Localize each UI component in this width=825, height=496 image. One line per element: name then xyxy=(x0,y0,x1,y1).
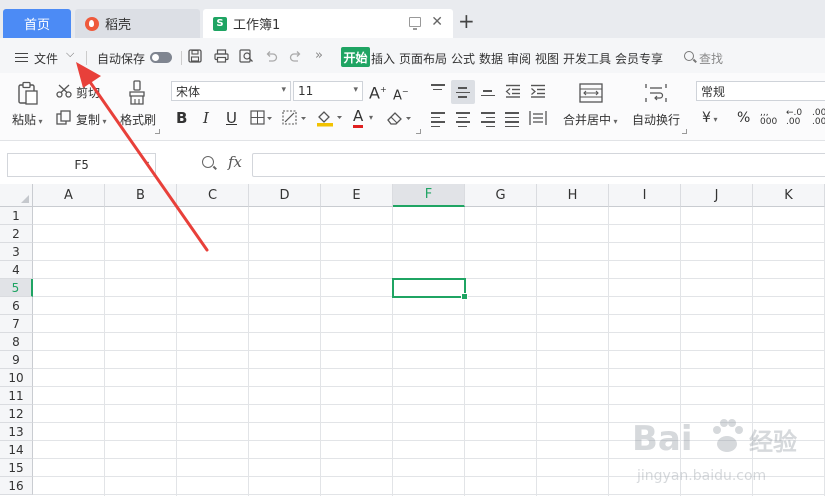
row-header-14[interactable]: 14 xyxy=(0,441,33,459)
row-header-13[interactable]: 13 xyxy=(0,423,33,441)
select-all-corner[interactable] xyxy=(0,184,33,207)
grid-line xyxy=(320,207,321,496)
grid-line xyxy=(33,314,825,315)
selected-cell[interactable] xyxy=(392,278,468,300)
column-header-j[interactable]: J xyxy=(681,184,753,207)
grid-line xyxy=(608,207,609,496)
paw-icon xyxy=(713,419,743,452)
row-header-15[interactable]: 15 xyxy=(0,459,33,477)
row-header-4[interactable]: 4 xyxy=(0,261,33,279)
row-header-6[interactable]: 6 xyxy=(0,297,33,315)
watermark-url: jingyan.baidu.com xyxy=(636,468,766,484)
column-header-e[interactable]: E xyxy=(321,184,393,207)
watermark-suffix: 经验 xyxy=(749,428,797,456)
grid-line xyxy=(33,260,825,261)
baidu-watermark-icon: Bai 经验 jingyan.baidu.com xyxy=(632,419,797,484)
row-header-3[interactable]: 3 xyxy=(0,243,33,261)
grid-line xyxy=(392,207,393,496)
row-header-8[interactable]: 8 xyxy=(0,333,33,351)
grid-line xyxy=(33,368,825,369)
grid-line xyxy=(33,494,825,495)
grid-line xyxy=(33,386,825,387)
row-header-2[interactable]: 2 xyxy=(0,225,33,243)
row-header-11[interactable]: 11 xyxy=(0,387,33,405)
grid-line xyxy=(464,207,465,496)
row-header-1[interactable]: 1 xyxy=(0,207,33,225)
grid-line xyxy=(104,207,105,496)
grid-line xyxy=(248,207,249,496)
column-header-k[interactable]: K xyxy=(753,184,825,207)
row-header-9[interactable]: 9 xyxy=(0,351,33,369)
grid-line xyxy=(33,242,825,243)
watermark-brand: Bai xyxy=(632,419,693,459)
row-header-5[interactable]: 5 xyxy=(0,279,33,297)
grid-line xyxy=(33,350,825,351)
row-header-12[interactable]: 12 xyxy=(0,405,33,423)
column-header-i[interactable]: I xyxy=(609,184,681,207)
column-header-d[interactable]: D xyxy=(249,184,321,207)
column-header-f[interactable]: F xyxy=(393,184,465,207)
grid-line xyxy=(33,224,825,225)
row-header-10[interactable]: 10 xyxy=(0,369,33,387)
grid-line xyxy=(33,404,825,405)
column-header-h[interactable]: H xyxy=(537,184,609,207)
column-header-b[interactable]: B xyxy=(105,184,177,207)
column-header-c[interactable]: C xyxy=(177,184,249,207)
row-header-7[interactable]: 7 xyxy=(0,315,33,333)
grid-line xyxy=(536,207,537,496)
spreadsheet-app: 首页 稻壳 S 工作簿1 ✕ + 文件 ⌵ 自动保存 » 开始 插入 页面布局 … xyxy=(0,0,825,496)
column-header-a[interactable]: A xyxy=(33,184,105,207)
row-header-16[interactable]: 16 xyxy=(0,477,33,495)
grid-line xyxy=(176,207,177,496)
grid-line xyxy=(33,332,825,333)
column-header-g[interactable]: G xyxy=(465,184,537,207)
